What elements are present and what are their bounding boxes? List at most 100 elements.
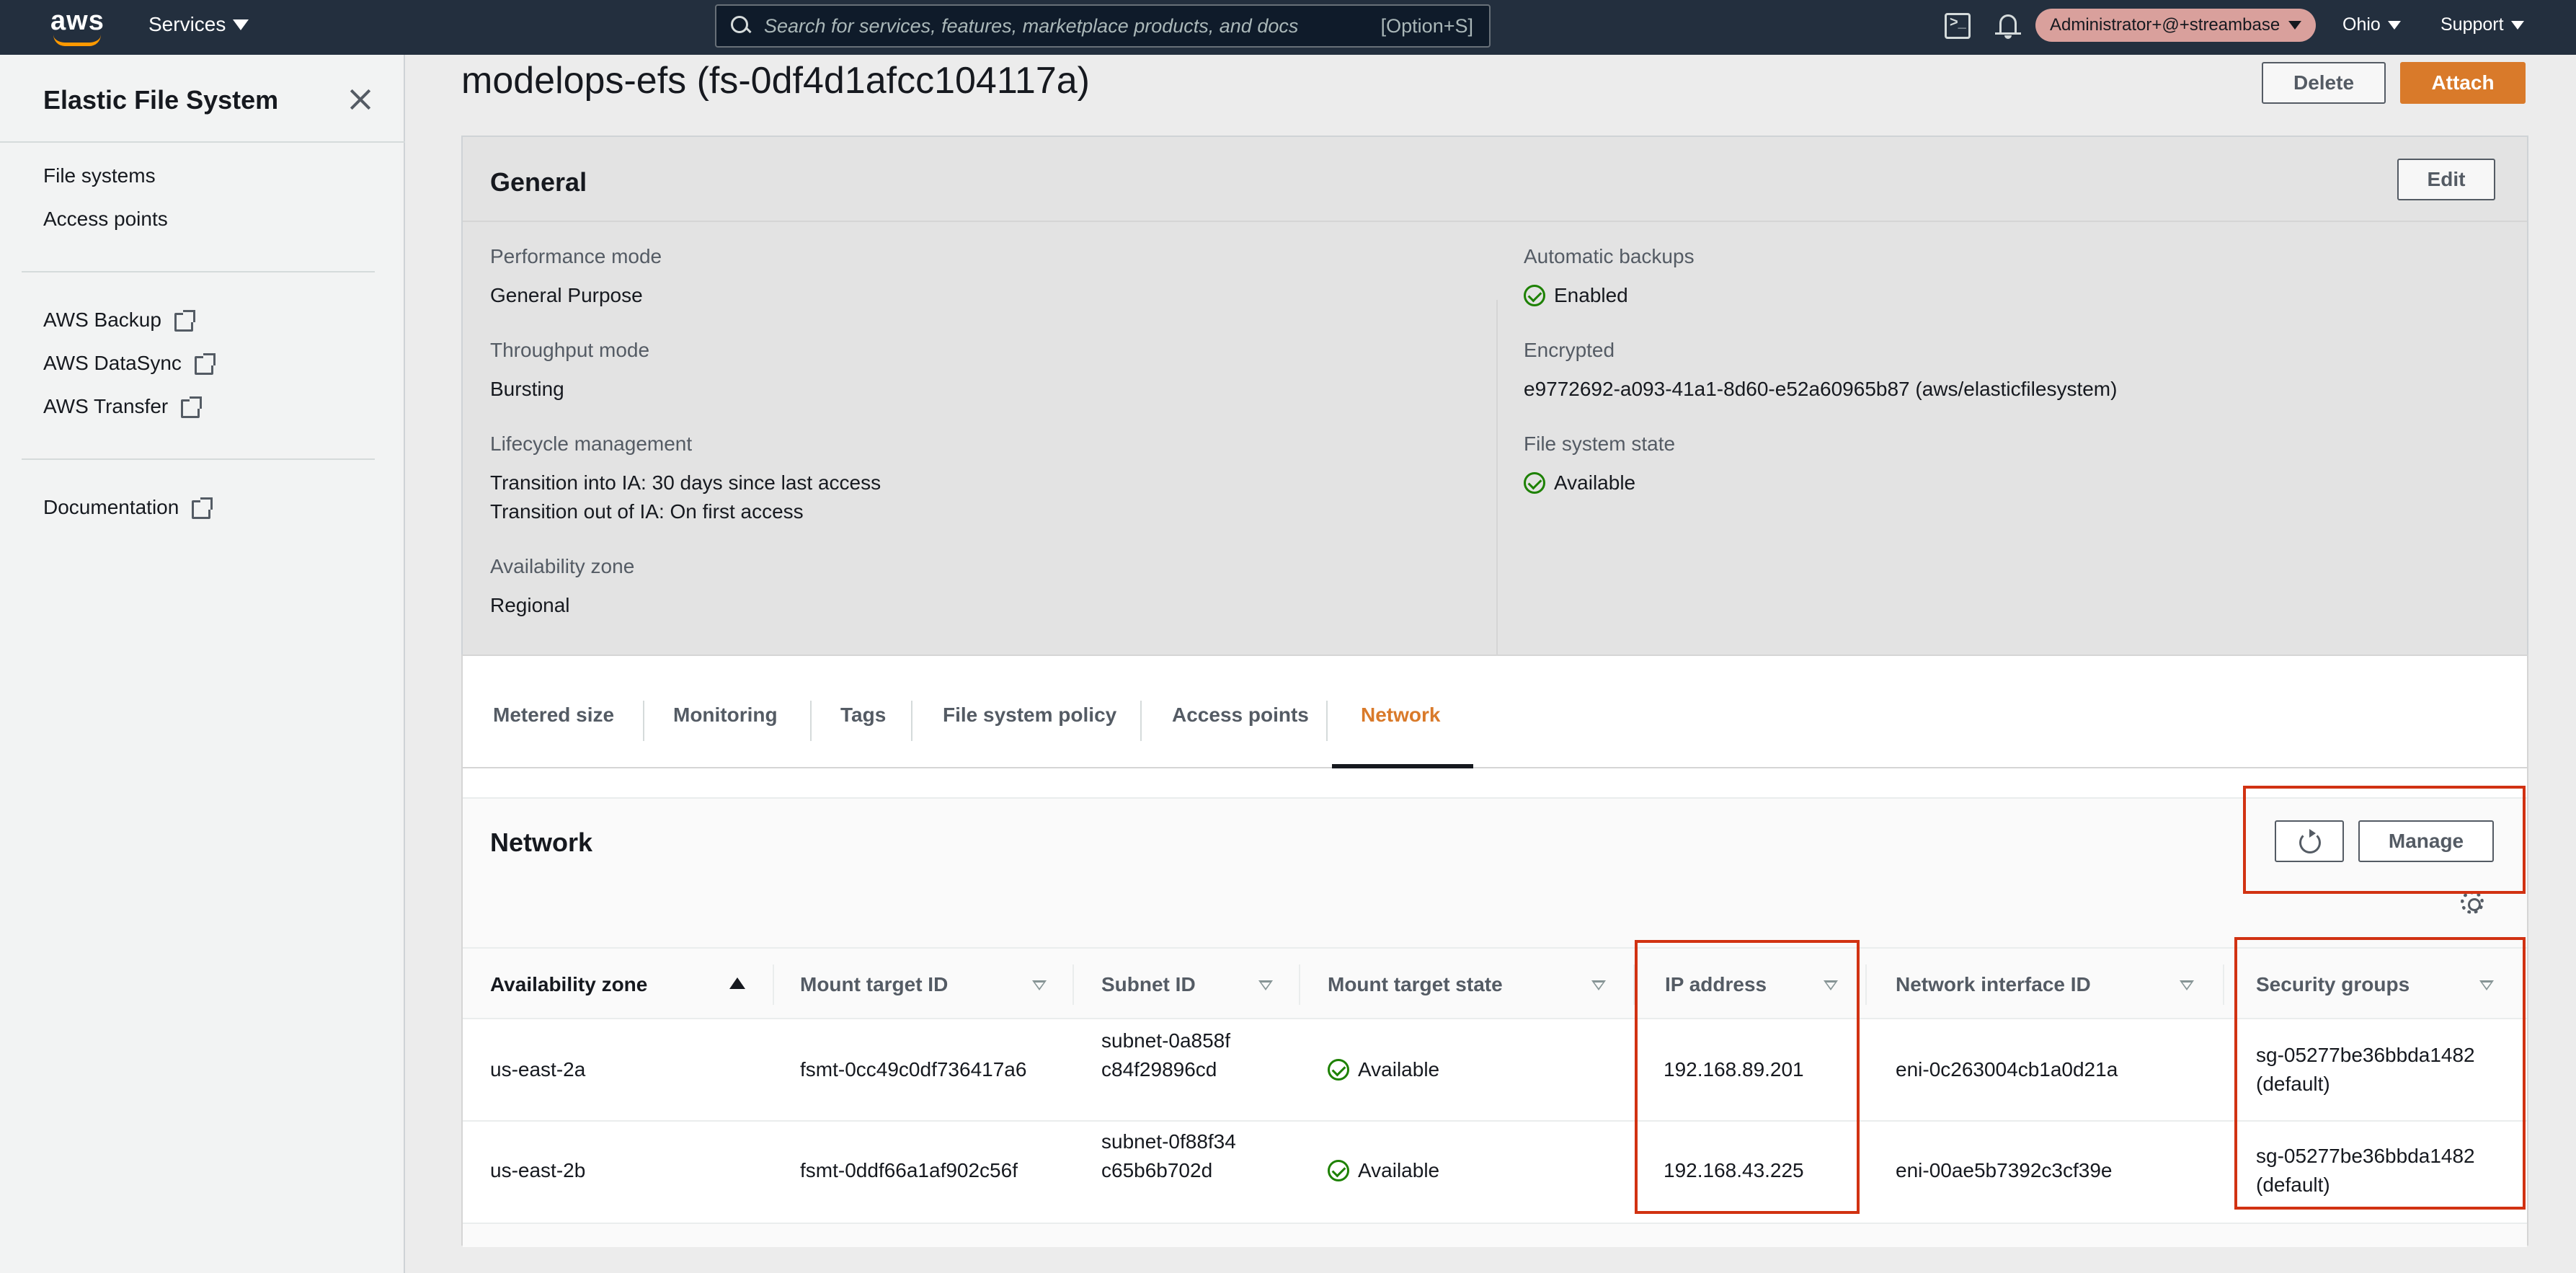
- automatic-backups-field: Automatic backups Enabled: [1524, 245, 1695, 310]
- search-bar[interactable]: Search for services, features, marketpla…: [715, 4, 1491, 48]
- sidebar-item-file-systems[interactable]: File systems: [43, 164, 156, 187]
- sidebar-divider: [22, 458, 375, 460]
- field-label: Throughput mode: [490, 339, 650, 361]
- status-badge: Available: [1524, 469, 1675, 497]
- field-value: Regional: [490, 594, 570, 616]
- caret-down-icon: [2288, 21, 2302, 30]
- column-header-availability-zone[interactable]: Availability zone: [490, 973, 647, 996]
- highlight-box-ip-address: [1635, 940, 1860, 1214]
- tab-bar: Metered size Monitoring Tags File system…: [463, 656, 2527, 768]
- encrypted-field: Encrypted e9772692-a093-41a1-8d60-e52a60…: [1524, 339, 2117, 404]
- lifecycle-management-field: Lifecycle management Transition into IA:…: [490, 433, 881, 526]
- aws-smile-icon: [53, 35, 101, 46]
- delete-button[interactable]: Delete: [2262, 62, 2386, 104]
- check-circle-icon: [1524, 285, 1545, 306]
- tab-access-points[interactable]: Access points: [1172, 704, 1309, 727]
- cell-mount-target-id: fsmt-0cc49c0df736417a6: [800, 1058, 1027, 1081]
- cell-mount-target-state: Available: [1328, 1156, 1439, 1185]
- general-header: General Edit: [463, 137, 2527, 222]
- services-menu[interactable]: Services: [148, 13, 249, 36]
- account-label: Administrator+@+streambase: [2050, 15, 2280, 35]
- support-label: Support: [2440, 14, 2504, 35]
- check-circle-icon: [1328, 1160, 1349, 1181]
- field-value: General Purpose: [490, 284, 643, 306]
- network-heading: Network: [490, 828, 593, 857]
- highlight-box-actions: [2243, 786, 2526, 894]
- field-label: Lifecycle management: [490, 433, 693, 455]
- performance-mode-field: Performance mode General Purpose: [490, 245, 662, 310]
- search-icon: [731, 16, 751, 36]
- active-tab-indicator: [1332, 764, 1473, 768]
- general-panel: General Edit Performance mode General Pu…: [461, 136, 2528, 709]
- sidebar-item-aws-backup[interactable]: AWS Backup: [43, 309, 195, 332]
- support-menu[interactable]: Support: [2440, 14, 2524, 35]
- sidebar-item-aws-transfer[interactable]: AWS Transfer: [43, 395, 203, 418]
- column-header-mount-target-id[interactable]: Mount target ID: [800, 973, 948, 996]
- sidebar-item-label: File systems: [43, 164, 156, 187]
- cell-network-interface-id: eni-00ae5b7392c3cf39e: [1896, 1159, 2113, 1181]
- field-label: File system state: [1524, 433, 1676, 455]
- sort-icon[interactable]: [1258, 980, 1273, 990]
- external-link-icon: [181, 396, 203, 418]
- edit-button[interactable]: Edit: [2397, 159, 2495, 200]
- field-value: Bursting: [490, 378, 564, 400]
- status-text: Available: [1358, 1058, 1440, 1081]
- field-label: Automatic backups: [1524, 245, 1695, 267]
- external-link-icon: [192, 497, 213, 519]
- region-label: Ohio: [2342, 14, 2381, 35]
- sidebar-item-label: Access points: [43, 208, 168, 230]
- field-label: Performance mode: [490, 245, 662, 267]
- cell-availability-zone: us-east-2a: [490, 1058, 586, 1081]
- account-menu[interactable]: Administrator+@+streambase: [2035, 9, 2317, 42]
- status-badge: Enabled: [1524, 281, 1695, 310]
- tab-file-system-policy[interactable]: File system policy: [943, 704, 1116, 727]
- general-heading: General: [490, 167, 587, 197]
- column-header-subnet-id[interactable]: Subnet ID: [1101, 973, 1196, 996]
- sort-icon[interactable]: [2180, 980, 2194, 990]
- external-link-icon: [174, 310, 195, 332]
- caret-down-icon: [233, 19, 249, 30]
- field-value: Transition into IA: 30 days since last a…: [490, 471, 881, 494]
- cloudshell-icon[interactable]: [1945, 13, 1971, 39]
- services-label: Services: [148, 13, 226, 35]
- external-link-icon: [194, 353, 216, 375]
- cell-mount-target-id: fsmt-0ddf66a1af902c56f: [800, 1159, 1018, 1181]
- close-icon[interactable]: [349, 88, 372, 111]
- notifications-bell-icon[interactable]: [1995, 13, 2021, 40]
- search-shortcut: [Option+S]: [1380, 14, 1473, 37]
- network-panel: Network Manage Availability zone Mount t…: [463, 797, 2527, 1247]
- cell-mount-target-state: Available: [1328, 1055, 1439, 1084]
- sidebar-item-documentation[interactable]: Documentation: [43, 496, 213, 519]
- tab-monitoring[interactable]: Monitoring: [673, 704, 778, 727]
- sidebar-item-label: AWS Backup: [43, 309, 161, 331]
- top-navigation: aws Services Search for services, featur…: [0, 0, 2576, 55]
- tab-tags[interactable]: Tags: [840, 704, 886, 727]
- field-label: Availability zone: [490, 555, 635, 577]
- sidebar-item-access-points[interactable]: Access points: [43, 208, 168, 231]
- tab-metered-size[interactable]: Metered size: [493, 704, 614, 727]
- sidebar-item-aws-datasync[interactable]: AWS DataSync: [43, 352, 216, 375]
- field-value: e9772692-a093-41a1-8d60-e52a60965b87 (aw…: [1524, 378, 2118, 400]
- search-input[interactable]: Search for services, features, marketpla…: [764, 15, 1381, 37]
- region-menu[interactable]: Ohio: [2342, 14, 2401, 35]
- sidebar-title: Elastic File System: [43, 85, 279, 115]
- highlight-box-security-groups: [2234, 937, 2526, 1210]
- attach-button[interactable]: Attach: [2400, 62, 2526, 104]
- column-divider: [1496, 300, 1498, 660]
- cell-availability-zone: us-east-2b: [490, 1159, 586, 1181]
- gear-icon[interactable]: [2461, 891, 2484, 914]
- status-text: Enabled: [1554, 284, 1628, 306]
- tab-network[interactable]: Network: [1361, 704, 1440, 727]
- sort-icon[interactable]: [1032, 980, 1047, 990]
- sidebar: Elastic File System File systems Access …: [0, 55, 405, 1273]
- table-row: us-east-2b fsmt-0ddf66a1af902c56f subnet…: [463, 1122, 2527, 1224]
- table-header: Availability zone Mount target ID Subnet…: [463, 947, 2527, 1019]
- cell-subnet-id: subnet-0f88f34c65b6b702d: [1101, 1130, 1236, 1181]
- file-system-state-field: File system state Available: [1524, 433, 1675, 497]
- aws-logo[interactable]: aws: [50, 6, 105, 49]
- column-header-network-interface-id[interactable]: Network interface ID: [1896, 973, 2091, 996]
- sort-ascending-icon[interactable]: [729, 977, 745, 989]
- sort-icon[interactable]: [1591, 980, 1606, 990]
- column-header-mount-target-state[interactable]: Mount target state: [1328, 973, 1503, 996]
- sidebar-divider: [0, 141, 405, 143]
